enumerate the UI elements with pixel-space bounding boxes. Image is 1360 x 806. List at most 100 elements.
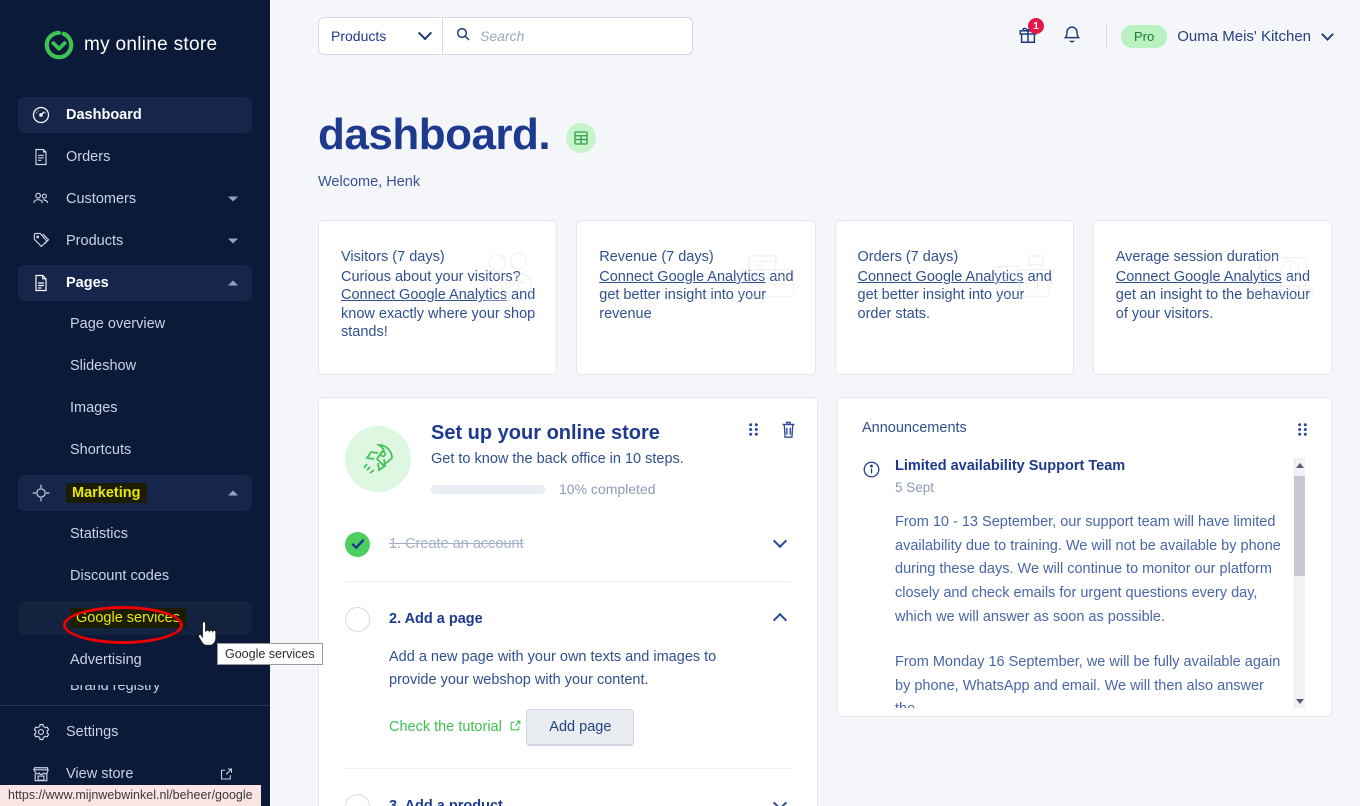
sidebar-item-page-overview[interactable]: Page overview — [18, 307, 252, 341]
sidebar-item-marketing[interactable]: Marketing — [18, 475, 252, 511]
trash-icon[interactable] — [780, 420, 797, 439]
setup-step-2[interactable]: 2. Add a page — [345, 602, 791, 636]
sidebar-item-label: Pages — [66, 275, 109, 291]
tag-icon — [30, 230, 52, 252]
welcome-text: Welcome, Henk — [318, 174, 421, 190]
setup-progress: 10% completed — [431, 481, 684, 497]
setup-step-3[interactable]: 3. Add a product — [345, 789, 791, 806]
basket-illustration-icon — [989, 247, 1061, 314]
chevron-up-icon[interactable] — [228, 280, 238, 286]
sidebar-item-products[interactable]: Products — [18, 223, 252, 259]
gifts-button[interactable]: 1 — [1006, 16, 1050, 56]
chevron-down-icon[interactable] — [228, 238, 238, 244]
add-page-button[interactable]: Add page — [526, 709, 635, 747]
sidebar-subitem-label: Statistics — [70, 526, 129, 542]
sidebar-item-discount-codes[interactable]: Discount codes — [18, 559, 252, 593]
setup-subtitle: Get to know the back office in 10 steps. — [431, 451, 684, 467]
storefront-icon[interactable] — [566, 123, 597, 153]
app-root: my online store Dashboard Orders Custome… — [0, 0, 1360, 806]
chevron-down-icon[interactable] — [1321, 28, 1334, 41]
sidebar-item-label: View store — [66, 766, 134, 782]
check-icon — [345, 531, 370, 557]
bell-icon — [1061, 23, 1083, 50]
setup-step-label: 1. Create an account — [389, 536, 524, 552]
step-separator — [345, 768, 791, 770]
sidebar-item-customers[interactable]: Customers — [18, 181, 252, 217]
page-content: dashboard. Welcome, Henk Visitors (7 day… — [270, 110, 1360, 806]
setup-step-label: 3. Add a product — [389, 798, 503, 806]
sidebar-item-pages[interactable]: Pages — [18, 265, 252, 301]
external-link-icon — [509, 719, 522, 736]
search-field — [443, 26, 692, 47]
announcements-panel: Announcements Limited availability Suppo… — [837, 397, 1332, 717]
scroll-up-arrow-icon[interactable] — [1294, 458, 1305, 472]
chevron-up-icon[interactable] — [772, 611, 788, 628]
chevron-up-icon[interactable] — [228, 490, 238, 496]
sidebar-item-label: Products — [66, 233, 124, 249]
announcement-item: Limited availability Support Team 5 Sept… — [862, 458, 1281, 708]
primary-nav: Dashboard Orders Customers Products Page… — [0, 97, 270, 792]
users-icon — [30, 188, 52, 210]
global-search: Products — [318, 17, 693, 55]
sidebar-subitem-label: Google services — [70, 608, 186, 628]
progress-label: 10% completed — [559, 481, 656, 497]
scroll-down-arrow-icon[interactable] — [1294, 694, 1305, 708]
store-name: Ouma Meis' Kitchen — [1177, 27, 1311, 45]
sidebar-bottom-nav: Settings View store — [0, 714, 270, 792]
drag-handle-icon[interactable] — [1294, 420, 1311, 439]
cash-register-illustration-icon — [731, 247, 803, 314]
dashboard-panels: Set up your online store Get to know the… — [318, 397, 1332, 806]
check-tutorial-link[interactable]: Check the tutorial — [389, 719, 522, 736]
sidebar-item-clipped[interactable]: Brand registry — [18, 685, 252, 699]
tutorial-label: Check the tutorial — [389, 719, 502, 736]
scrollbar-thumb[interactable] — [1294, 476, 1305, 576]
chevron-down-icon[interactable] — [772, 796, 788, 806]
tooltip: Google services — [217, 643, 323, 665]
chevron-down-icon[interactable] — [772, 533, 788, 549]
setup-step-label: 2. Add a page — [389, 611, 483, 627]
announcements-panel-tools — [1294, 420, 1311, 439]
sidebar-item-slideshow[interactable]: Slideshow — [18, 349, 252, 383]
topbar: Products Search 1 Pro Ouma Meis' Kitchen — [270, 0, 1360, 72]
setup-header: Set up your online store Get to know the… — [345, 422, 791, 497]
sidebar-item-orders[interactable]: Orders — [18, 139, 252, 175]
progress-track — [431, 484, 545, 494]
sidebar-item-statistics[interactable]: Statistics — [18, 517, 252, 551]
drag-handle-icon[interactable] — [745, 420, 762, 439]
stat-card-avg-session: Average session duration Connect Google … — [1092, 220, 1332, 375]
setup-step-2-body: Add a new page with your own texts and i… — [345, 646, 791, 747]
search-input[interactable] — [480, 28, 680, 44]
document-icon — [30, 272, 52, 294]
external-link-icon[interactable] — [219, 767, 234, 782]
setup-step-description: Add a new page with your own texts and i… — [389, 649, 717, 689]
sidebar-subitem-label: Discount codes — [70, 568, 170, 584]
sidebar-item-settings[interactable]: Settings — [18, 714, 252, 750]
page-title: dashboard. — [318, 110, 551, 159]
brand[interactable]: my online store — [0, 0, 270, 70]
circular-arrow-logo-icon — [44, 30, 74, 60]
announcement-heading: Limited availability Support Team — [895, 458, 1126, 474]
chevron-down-icon — [417, 26, 433, 41]
search-scope-value: Products — [331, 28, 387, 44]
sidebar-item-images[interactable]: Images — [18, 391, 252, 425]
search-scope-select[interactable]: Products — [319, 18, 443, 54]
brand-name: my online store — [84, 34, 218, 55]
sidebar-subitem-label: Slideshow — [70, 358, 137, 374]
main-area: Products Search 1 Pro Ouma Meis' Kitchen… — [270, 0, 1360, 806]
sidebar-subitem-label: Page overview — [70, 316, 166, 332]
topbar-divider — [1106, 23, 1108, 49]
laptop-clock-illustration-icon — [1247, 247, 1319, 314]
sidebar-item-label: Dashboard — [66, 107, 142, 123]
setup-panel: Set up your online store Get to know the… — [318, 397, 818, 806]
chevron-down-icon[interactable] — [228, 196, 238, 202]
step-separator — [345, 581, 791, 582]
sidebar-subitem-label: Advertising — [70, 652, 142, 668]
store-icon — [30, 763, 52, 785]
gift-badge-count: 1 — [1028, 18, 1045, 34]
circle-empty-icon — [345, 606, 370, 632]
notifications-button[interactable] — [1050, 16, 1094, 56]
sidebar-item-shortcuts[interactable]: Shortcuts — [18, 433, 252, 467]
circle-empty-icon — [345, 793, 370, 806]
sidebar-item-dashboard[interactable]: Dashboard — [18, 97, 252, 133]
setup-step-1[interactable]: 1. Create an account — [345, 527, 791, 561]
